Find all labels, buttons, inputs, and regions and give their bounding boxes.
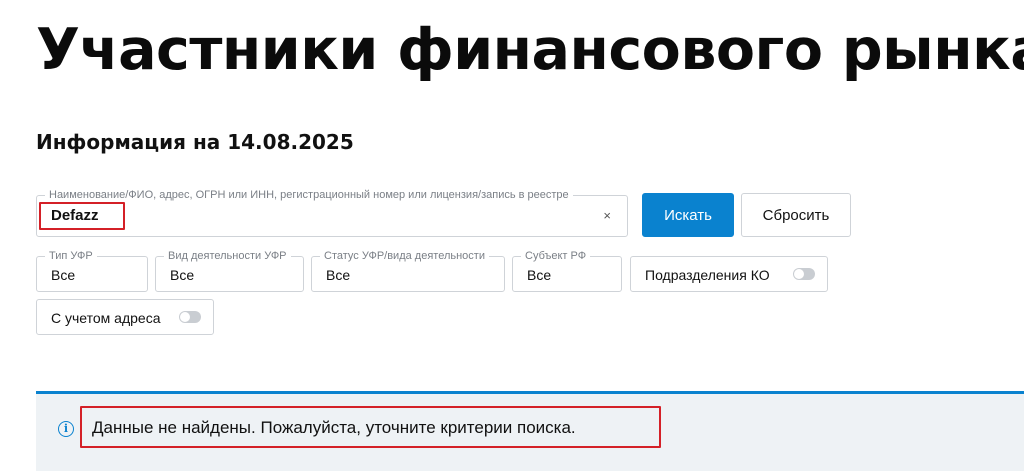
activity-select[interactable]: Вид деятельности УФР Все xyxy=(155,249,304,292)
search-field[interactable]: Наименование/ФИО, адрес, ОГРН или ИНН, р… xyxy=(36,188,628,237)
region-select[interactable]: Субъект РФ Все xyxy=(512,249,622,292)
region-select-value: Все xyxy=(527,267,552,283)
no-data-message: Данные не найдены. Пожалуйста, уточните … xyxy=(92,418,576,437)
activity-select-label: Вид деятельности УФР xyxy=(164,249,291,263)
with-address-switch[interactable] xyxy=(179,311,201,323)
switch-knob xyxy=(794,269,804,279)
switch-knob xyxy=(180,312,190,322)
page-title: Участники финансового рынка xyxy=(36,17,1024,83)
type-select-label: Тип УФР xyxy=(45,249,97,263)
type-select[interactable]: Тип УФР Все xyxy=(36,249,148,292)
status-select-value: Все xyxy=(326,267,351,283)
reset-button[interactable]: Сбросить xyxy=(741,193,851,237)
ko-divisions-label: Подразделения КО xyxy=(645,267,770,283)
search-button[interactable]: Искать xyxy=(642,193,734,237)
search-input-value[interactable]: Defazz xyxy=(51,207,99,225)
ko-divisions-toggle[interactable]: Подразделения КО xyxy=(630,256,828,292)
clear-icon[interactable]: × xyxy=(603,207,611,225)
with-address-label: С учетом адреса xyxy=(51,310,161,326)
type-select-value: Все xyxy=(51,267,76,283)
with-address-toggle[interactable]: С учетом адреса xyxy=(36,299,214,335)
region-select-label: Субъект РФ xyxy=(521,249,591,263)
status-select[interactable]: Статус УФР/вида деятельности Все xyxy=(311,249,505,292)
ko-divisions-switch[interactable] xyxy=(793,268,815,280)
info-date: Информация на 14.08.2025 xyxy=(36,130,354,154)
activity-select-value: Все xyxy=(170,267,195,283)
status-select-label: Статус УФР/вида деятельности xyxy=(320,249,489,263)
info-icon: i xyxy=(58,421,74,437)
search-field-label: Наименование/ФИО, адрес, ОГРН или ИНН, р… xyxy=(45,188,573,202)
